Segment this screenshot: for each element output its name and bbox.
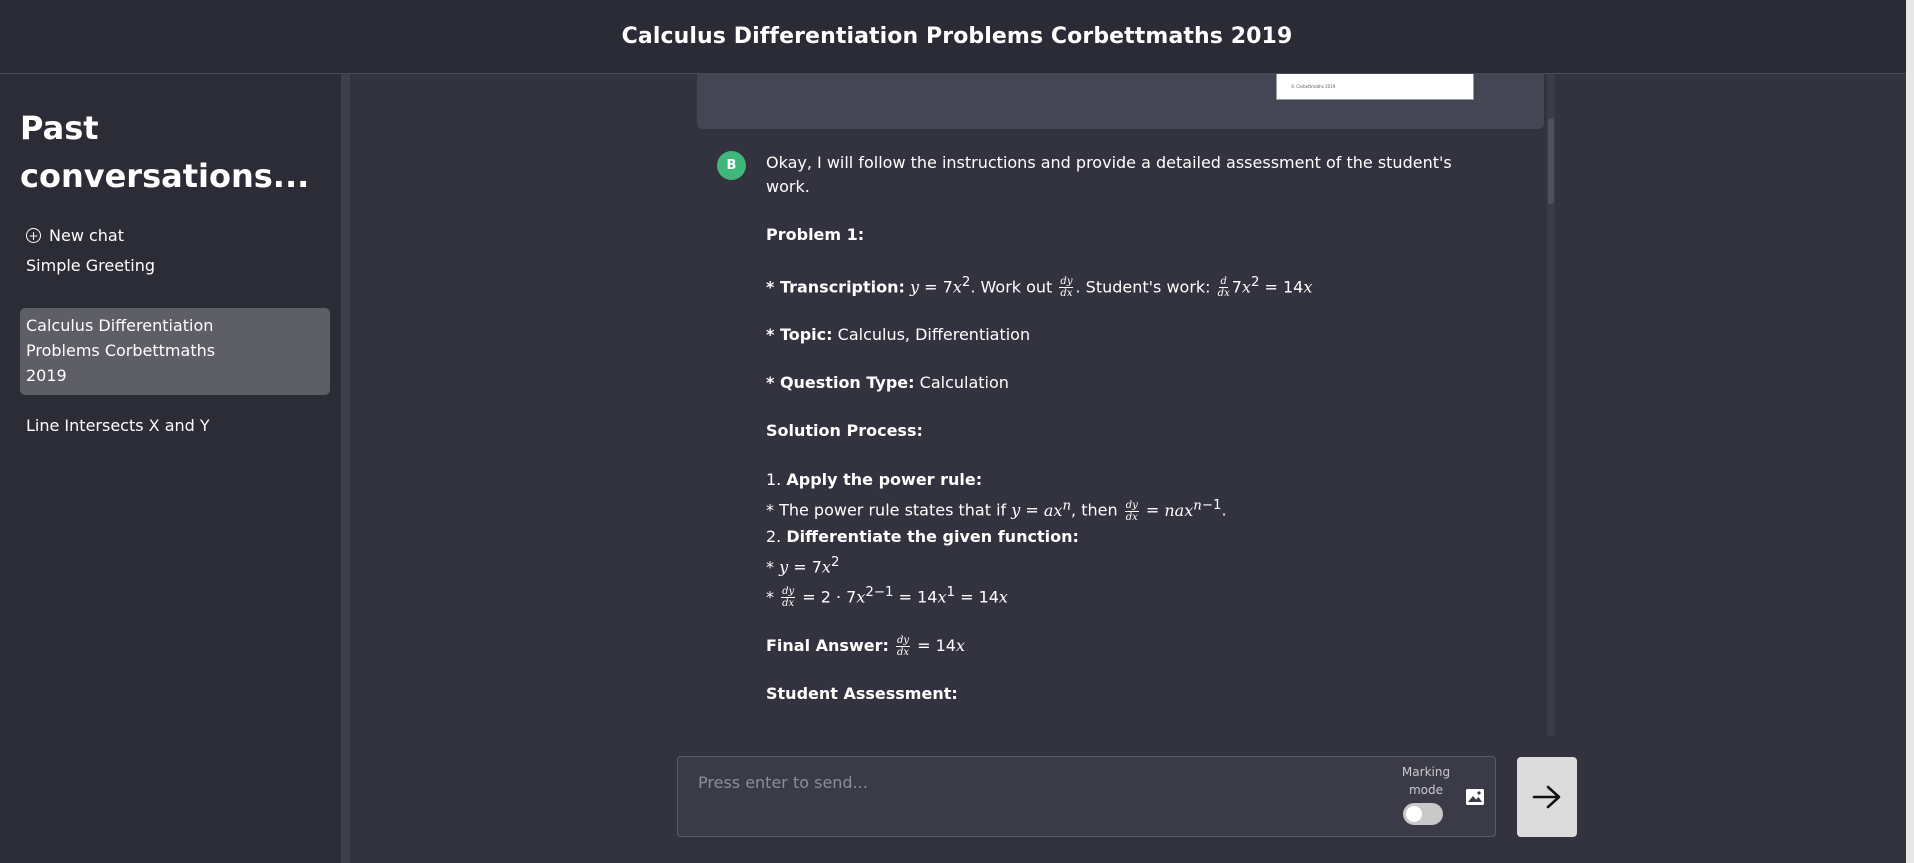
conversation-label: Line Intersects X and Y <box>26 416 210 435</box>
sidebar-item-calculus-differentiation[interactable]: Calculus Differentiation Problems Corbet… <box>20 308 330 395</box>
conversation-label: Simple Greeting <box>26 256 156 275</box>
image-caption: © Corbettmaths 2019 <box>1291 84 1336 89</box>
fraction-dy-dx: dy dx <box>1059 276 1074 300</box>
new-chat-button[interactable]: + New chat <box>26 226 124 245</box>
new-chat-label: New chat <box>49 226 124 245</box>
fraction-d-dx: d dx <box>1217 276 1230 300</box>
send-button[interactable] <box>1517 757 1577 837</box>
window-edge <box>1906 0 1914 863</box>
uploaded-image-message: © Corbettmaths 2019 <box>697 74 1544 129</box>
toggle-knob <box>1406 806 1422 822</box>
solution-steps: 1. Apply the power rule: * The power rul… <box>766 470 1227 610</box>
sidebar: Past conversations... + New chat Simple … <box>0 74 341 863</box>
marking-mode-label: Marking mode <box>1401 765 1451 797</box>
sidebar-heading: Past conversations... <box>20 109 310 195</box>
image-icon[interactable] <box>1465 788 1485 806</box>
conversation-label: Calculus Differentiation Problems Corbet… <box>26 316 216 385</box>
marking-mode-toggle[interactable] <box>1403 803 1443 825</box>
sidebar-item-simple-greeting[interactable]: Simple Greeting <box>20 248 330 283</box>
assistant-message: Okay, I will follow the instructions and… <box>766 151 1466 730</box>
solution-heading: Solution Process: <box>766 421 923 441</box>
chat-scrollbar-thumb[interactable] <box>1548 118 1554 204</box>
transcription-line: * Transcription: y = 7x2. Work out dy dx.… <box>766 275 1313 300</box>
message-intro: Okay, I will follow the instructions and… <box>766 153 1452 196</box>
uploaded-image-thumbnail[interactable]: © Corbettmaths 2019 <box>1276 74 1474 100</box>
message-input[interactable]: Press enter to send... Marking mode <box>677 756 1496 837</box>
final-answer-line: Final Answer: dy dx = 14x <box>766 635 965 659</box>
chat-messages[interactable]: © Corbettmaths 2019 B Okay, I will follo… <box>697 74 1547 734</box>
assessment-heading: Student Assessment: <box>766 684 958 704</box>
topic-line: * Topic: Calculus, Differentiation <box>766 325 1031 345</box>
sidebar-item-line-intersects[interactable]: Line Intersects X and Y <box>20 408 330 443</box>
problem-heading: Problem 1: <box>766 225 865 244</box>
message-input-placeholder: Press enter to send... <box>698 773 868 792</box>
sidebar-divider[interactable] <box>341 74 350 863</box>
question-type-line: * Question Type: Calculation <box>766 373 1009 393</box>
assistant-avatar: B <box>717 151 746 180</box>
plus-circle-icon: + <box>26 228 41 243</box>
top-bar: Calculus Differentiation Problems Corbet… <box>0 0 1914 74</box>
conversation-title: Calculus Differentiation Problems Corbet… <box>621 24 1293 49</box>
arrow-right-icon <box>1532 785 1561 809</box>
